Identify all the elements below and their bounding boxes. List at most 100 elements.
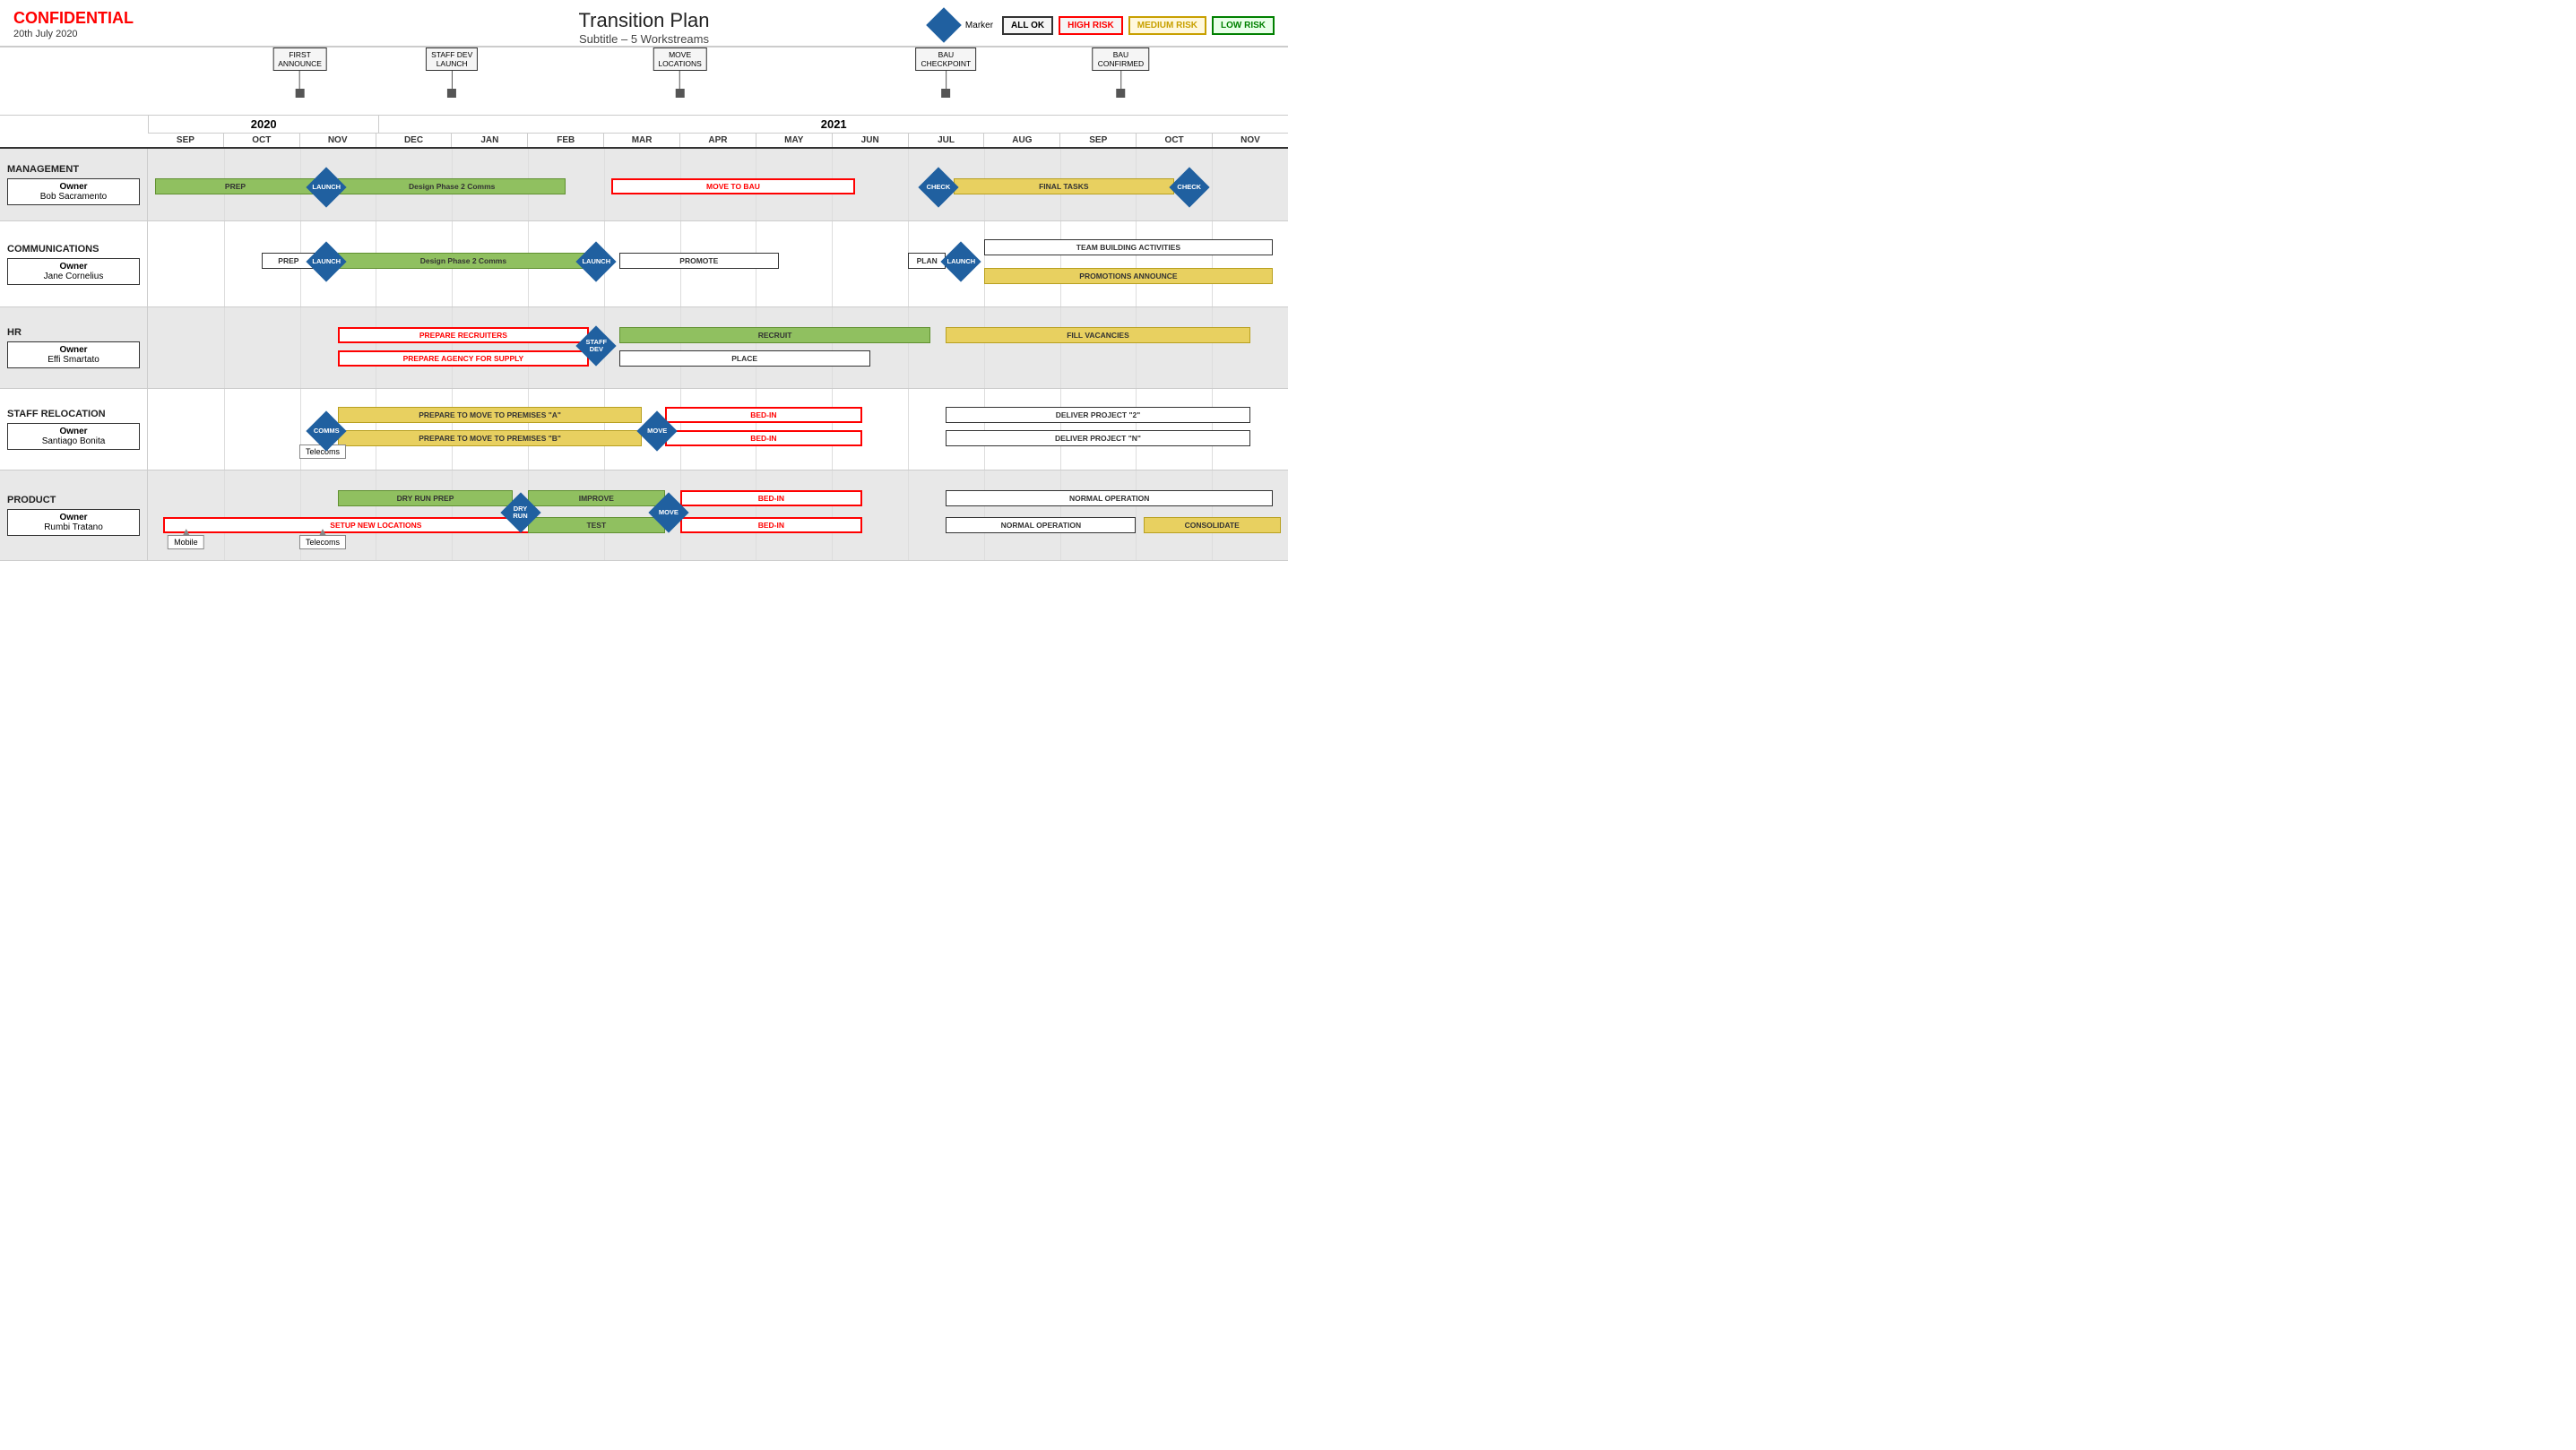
month-cell-6: MAR: [603, 134, 679, 147]
diamond-wrap-staff_relocation-0: COMMS: [309, 414, 343, 448]
bar-management-2: MOVE TO BAU: [611, 178, 854, 194]
owner-name-management: Bob Sacramento: [40, 192, 108, 202]
owner-panel-management: MANAGEMENT OwnerBob Sacramento: [0, 149, 148, 220]
month-cell-11: AUG: [983, 134, 1059, 147]
bar-staff_relocation-3: PREPARE TO MOVE TO PREMISES "B": [338, 430, 642, 446]
workstream-title-management: MANAGEMENT: [7, 164, 140, 175]
diamond-wrap-management-0: LAUNCH: [309, 170, 343, 204]
bar-management-3: FINAL TASKS: [954, 178, 1174, 194]
diamond-label-communications-0: LAUNCH: [312, 258, 341, 265]
workstream-title-product: PRODUCT: [7, 495, 140, 505]
diamond-label-management-2: CHECK: [1177, 184, 1201, 191]
owner-name-product: Rumbi Tratano: [44, 522, 103, 532]
month-cell-8: MAY: [756, 134, 832, 147]
diamond-wrap-hr-0: STAFF DEV: [579, 329, 613, 363]
diamond-label-product-0: DRY RUN: [513, 505, 527, 521]
bar-hr-0: PREPARE RECRUITERS: [338, 327, 589, 343]
bar-management-1: Design Phase 2 Comms: [338, 178, 566, 194]
page-header: CONFIDENTIAL 20th July 2020 Transition P…: [0, 0, 1288, 47]
year-label-2021: 2021: [378, 116, 1288, 133]
owner-panel-communications: COMMUNICATIONSOwnerJane Cornelius: [0, 221, 148, 306]
bar-communications-4: TEAM BUILDING ACTIVITIES: [984, 239, 1273, 255]
month-line-1: [224, 470, 225, 560]
callout-product-1: Telecoms: [299, 535, 346, 549]
month-line-11: [984, 389, 985, 470]
diamond-wrap-staff_relocation-1: MOVE: [640, 414, 674, 448]
owner-box-product: OwnerRumbi Tratano: [7, 509, 140, 536]
bar-product-0: DRY RUN PREP: [338, 490, 513, 506]
month-line-1: [224, 389, 225, 470]
bar-staff_relocation-1: BED-IN: [665, 407, 862, 423]
diamond-label-hr-0: STAFF DEV: [586, 339, 608, 354]
milestone-box: FIRST ANNOUNCE: [272, 47, 327, 71]
all-ok-badge: ALL OK: [1002, 16, 1053, 35]
workstream-row-staff_relocation: STAFF RELOCATIONOwnerSantiago BonitaPREP…: [0, 389, 1288, 470]
timeline-area-product: DRY RUN PREPIMPROVEBED-INNORMAL OPERATIO…: [148, 470, 1288, 560]
month-line-10: [908, 470, 909, 560]
month-line-6: [604, 149, 605, 220]
owner-name-staff_relocation: Santiago Bonita: [42, 436, 106, 446]
workstream-row-communications: COMMUNICATIONSOwnerJane CorneliusPREPDes…: [0, 221, 1288, 307]
month-line-12: [1060, 307, 1061, 388]
month-line-14: [1212, 470, 1213, 560]
diamond-wrap-product-0: DRY RUN: [504, 496, 538, 530]
diamond-wrap-communications-1: LAUNCH: [579, 245, 613, 279]
month-line-7: [680, 307, 681, 388]
month-line-10: [908, 149, 909, 220]
high-risk-badge: HIGH RISK: [1059, 16, 1123, 35]
bar-product-6: BED-IN: [680, 517, 863, 533]
workstream-row-product: PRODUCT OwnerRumbi Tratano DRY RUN PREPIMP…: [0, 470, 1288, 561]
milestone-marker: [296, 89, 305, 98]
milestone-wrap: BAU CONFIRMED: [1093, 47, 1149, 98]
bar-product-7: NORMAL OPERATION: [946, 517, 1136, 533]
milestone-box: STAFF DEV LAUNCH: [426, 47, 478, 71]
milestone-marker: [1116, 89, 1125, 98]
month-cell-9: JUN: [832, 134, 908, 147]
milestone-line: [299, 71, 300, 89]
callout-product-0: Mobile: [168, 535, 204, 549]
chart-area: FIRST ANNOUNCESTAFF DEV LAUNCHMOVE LOCAT…: [0, 47, 1288, 561]
legend: Marker ALL OK HIGH RISK MEDIUM RISK LOW …: [928, 9, 1275, 41]
month-cell-3: DEC: [376, 134, 452, 147]
subtitle: Subtitle – 5 Workstreams: [579, 32, 710, 46]
workstream-row-management: MANAGEMENTOwnerBob SacramentoPREPDesign …: [0, 149, 1288, 221]
month-cell-14: NOV: [1212, 134, 1288, 147]
month-line-9: [832, 389, 833, 470]
marker-diamond-wrap: [928, 9, 960, 41]
bar-communications-1: Design Phase 2 Comms: [338, 253, 589, 269]
owner-name-hr: Effi Smartato: [48, 355, 99, 365]
workstream-title-communications: COMMUNICATIONS: [7, 244, 140, 255]
marker-diamond-icon: [926, 7, 962, 43]
month-line-1: [224, 221, 225, 306]
month-cell-0: SEP: [148, 134, 223, 147]
diamond-label-staff_relocation-0: COMMS: [314, 427, 340, 435]
month-line-13: [1136, 470, 1137, 560]
months-header: 20202021SEPOCTNOVDECJANFEBMARAPRMAYJUNJU…: [148, 116, 1288, 147]
month-line-4: [452, 470, 453, 560]
month-line-11: [984, 307, 985, 388]
owner-label-management: Owner: [59, 182, 87, 192]
month-cell-10: JUL: [908, 134, 984, 147]
milestone-marker: [941, 89, 950, 98]
year-label-2020: 2020: [148, 116, 378, 133]
milestone-line: [452, 71, 453, 89]
month-line-9: [832, 221, 833, 306]
month-cell-13: OCT: [1136, 134, 1212, 147]
bar-communications-2: PROMOTE: [619, 253, 779, 269]
header-spacer: [0, 116, 148, 147]
bar-hr-2: FILL VACANCIES: [946, 327, 1249, 343]
month-line-12: [1060, 470, 1061, 560]
month-line-10: [908, 307, 909, 388]
month-line-6: [604, 470, 605, 560]
workstream-rows: MANAGEMENTOwnerBob SacramentoPREPDesign …: [0, 149, 1288, 561]
owner-label-staff_relocation: Owner: [59, 427, 87, 436]
month-line-4: [452, 389, 453, 470]
bar-product-5: TEST: [528, 517, 665, 533]
diamond-label-management-0: LAUNCH: [312, 184, 341, 191]
date-label: 20th July 2020: [13, 29, 134, 39]
callout-tail-product-0: [182, 529, 189, 536]
owner-label-hr: Owner: [59, 345, 87, 355]
timeline-header: 20202021SEPOCTNOVDECJANFEBMARAPRMAYJUNJU…: [0, 116, 1288, 149]
milestone-box: BAU CONFIRMED: [1093, 47, 1149, 71]
month-cell-2: NOV: [299, 134, 376, 147]
